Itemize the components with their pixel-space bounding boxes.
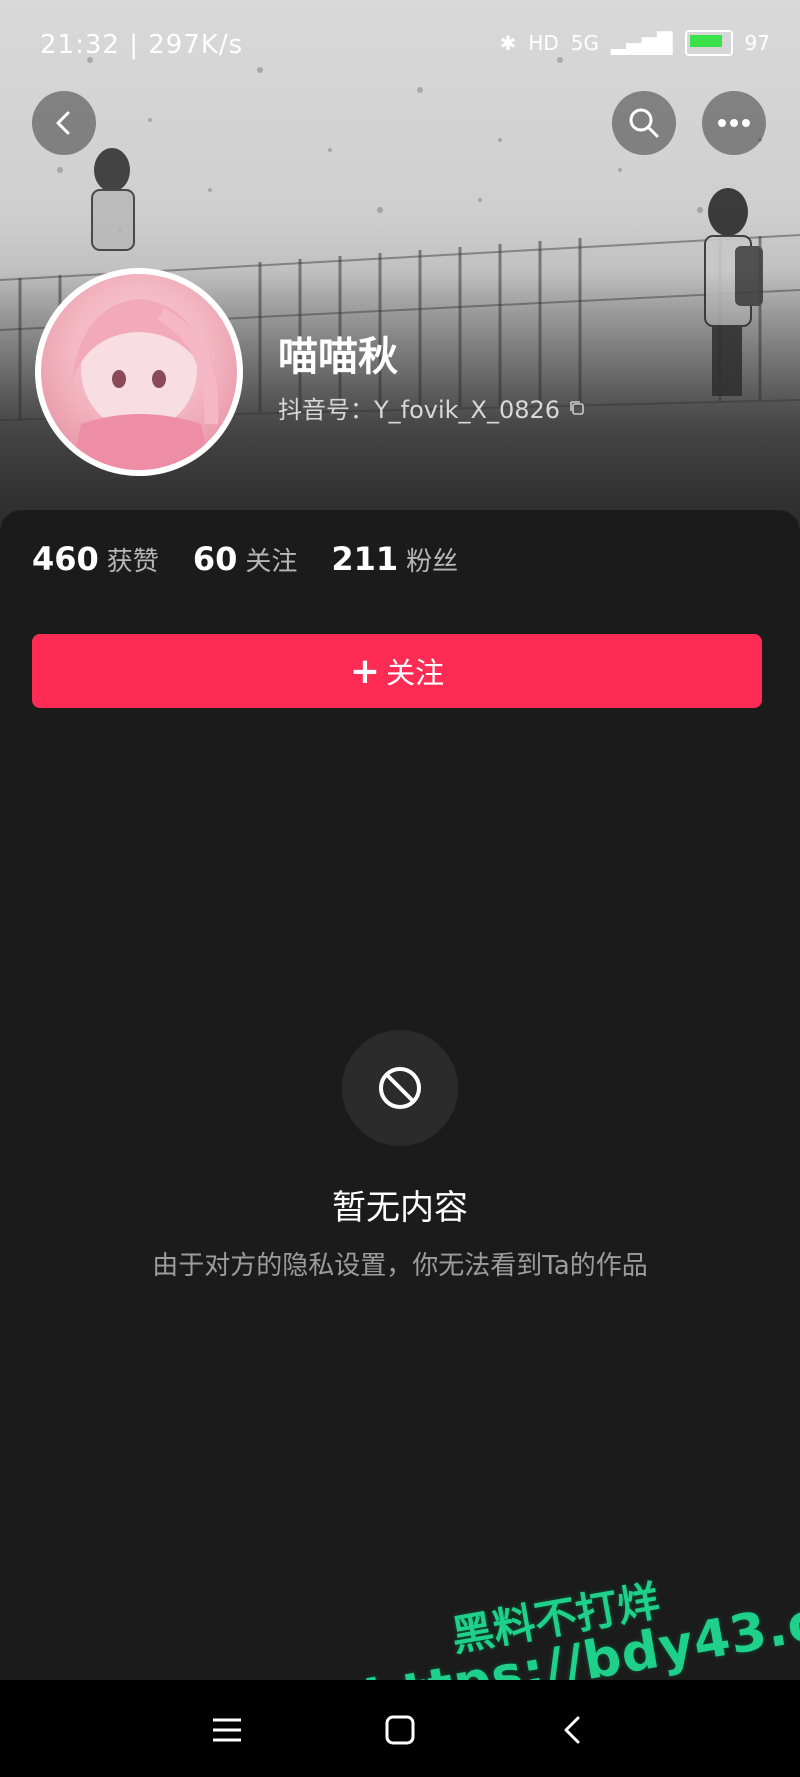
- copy-icon[interactable]: [568, 399, 586, 417]
- hd-badge: HD: [528, 31, 559, 55]
- stat-followers-value: 211: [331, 540, 399, 578]
- stat-likes[interactable]: 460 获赞: [32, 540, 159, 578]
- chevron-left-icon: [56, 111, 70, 135]
- system-nav-bar: [0, 1680, 800, 1777]
- plus-icon: +: [349, 650, 381, 692]
- stat-likes-label: 获赞: [106, 547, 159, 577]
- home-square-icon: [385, 1715, 415, 1745]
- douyin-id[interactable]: 抖音号：Y_fovik_X_0826: [278, 390, 586, 425]
- empty-state-icon-wrap: [342, 1030, 458, 1146]
- douyin-id-text: 抖音号：Y_fovik_X_0826: [278, 396, 561, 424]
- stat-following[interactable]: 60 关注: [193, 540, 298, 578]
- battery-level: 97: [744, 31, 770, 55]
- empty-state-description: 由于对方的隐私设置，你无法看到Ta的作品: [152, 1251, 648, 1281]
- stat-likes-value: 460: [32, 540, 99, 578]
- forbidden-icon: [379, 1067, 421, 1109]
- back-chevron-icon: [564, 1716, 580, 1744]
- profile-name: 喵喵秋: [278, 334, 398, 380]
- avatar-illustration: [71, 299, 219, 470]
- search-button[interactable]: [612, 91, 676, 155]
- follow-button[interactable]: + 关注: [32, 634, 762, 708]
- stats-row: 460 获赞 60 关注 211 粉丝: [32, 540, 458, 578]
- status-bar: 21:32 | 297K/s ✱ HD 5G ▂▄▆█ 97: [0, 0, 800, 92]
- battery-icon: [684, 30, 733, 56]
- signal-icon: ▂▄▆█: [611, 31, 673, 55]
- stat-followers[interactable]: 211 粉丝: [331, 540, 458, 578]
- more-dots-icon: [718, 119, 750, 127]
- bluetooth-icon: ✱: [499, 31, 517, 55]
- more-button[interactable]: [702, 91, 766, 155]
- stat-following-label: 关注: [245, 547, 298, 577]
- back-button[interactable]: [32, 91, 96, 155]
- status-time: 21:32 | 297K/s: [40, 30, 244, 60]
- status-icons: ✱ HD 5G ▂▄▆█ 97: [500, 30, 770, 56]
- stat-followers-label: 粉丝: [406, 547, 459, 577]
- search-icon: [629, 108, 659, 138]
- nav-back-button[interactable]: [548, 1708, 596, 1752]
- network-label: 5G: [570, 31, 600, 55]
- menu-icon: [213, 1718, 241, 1742]
- profile-panel: 460 获赞 60 关注 211 粉丝 + 关注 暂无内容 由于对方的隐私设置，你无法…: [0, 510, 800, 1680]
- stat-following-value: 60: [192, 540, 238, 578]
- nav-home-button[interactable]: [376, 1708, 424, 1752]
- avatar[interactable]: [35, 268, 243, 476]
- follow-button-label: 关注: [386, 656, 445, 690]
- nav-menu-button[interactable]: [203, 1708, 251, 1752]
- empty-state-title: 暂无内容: [332, 1188, 468, 1228]
